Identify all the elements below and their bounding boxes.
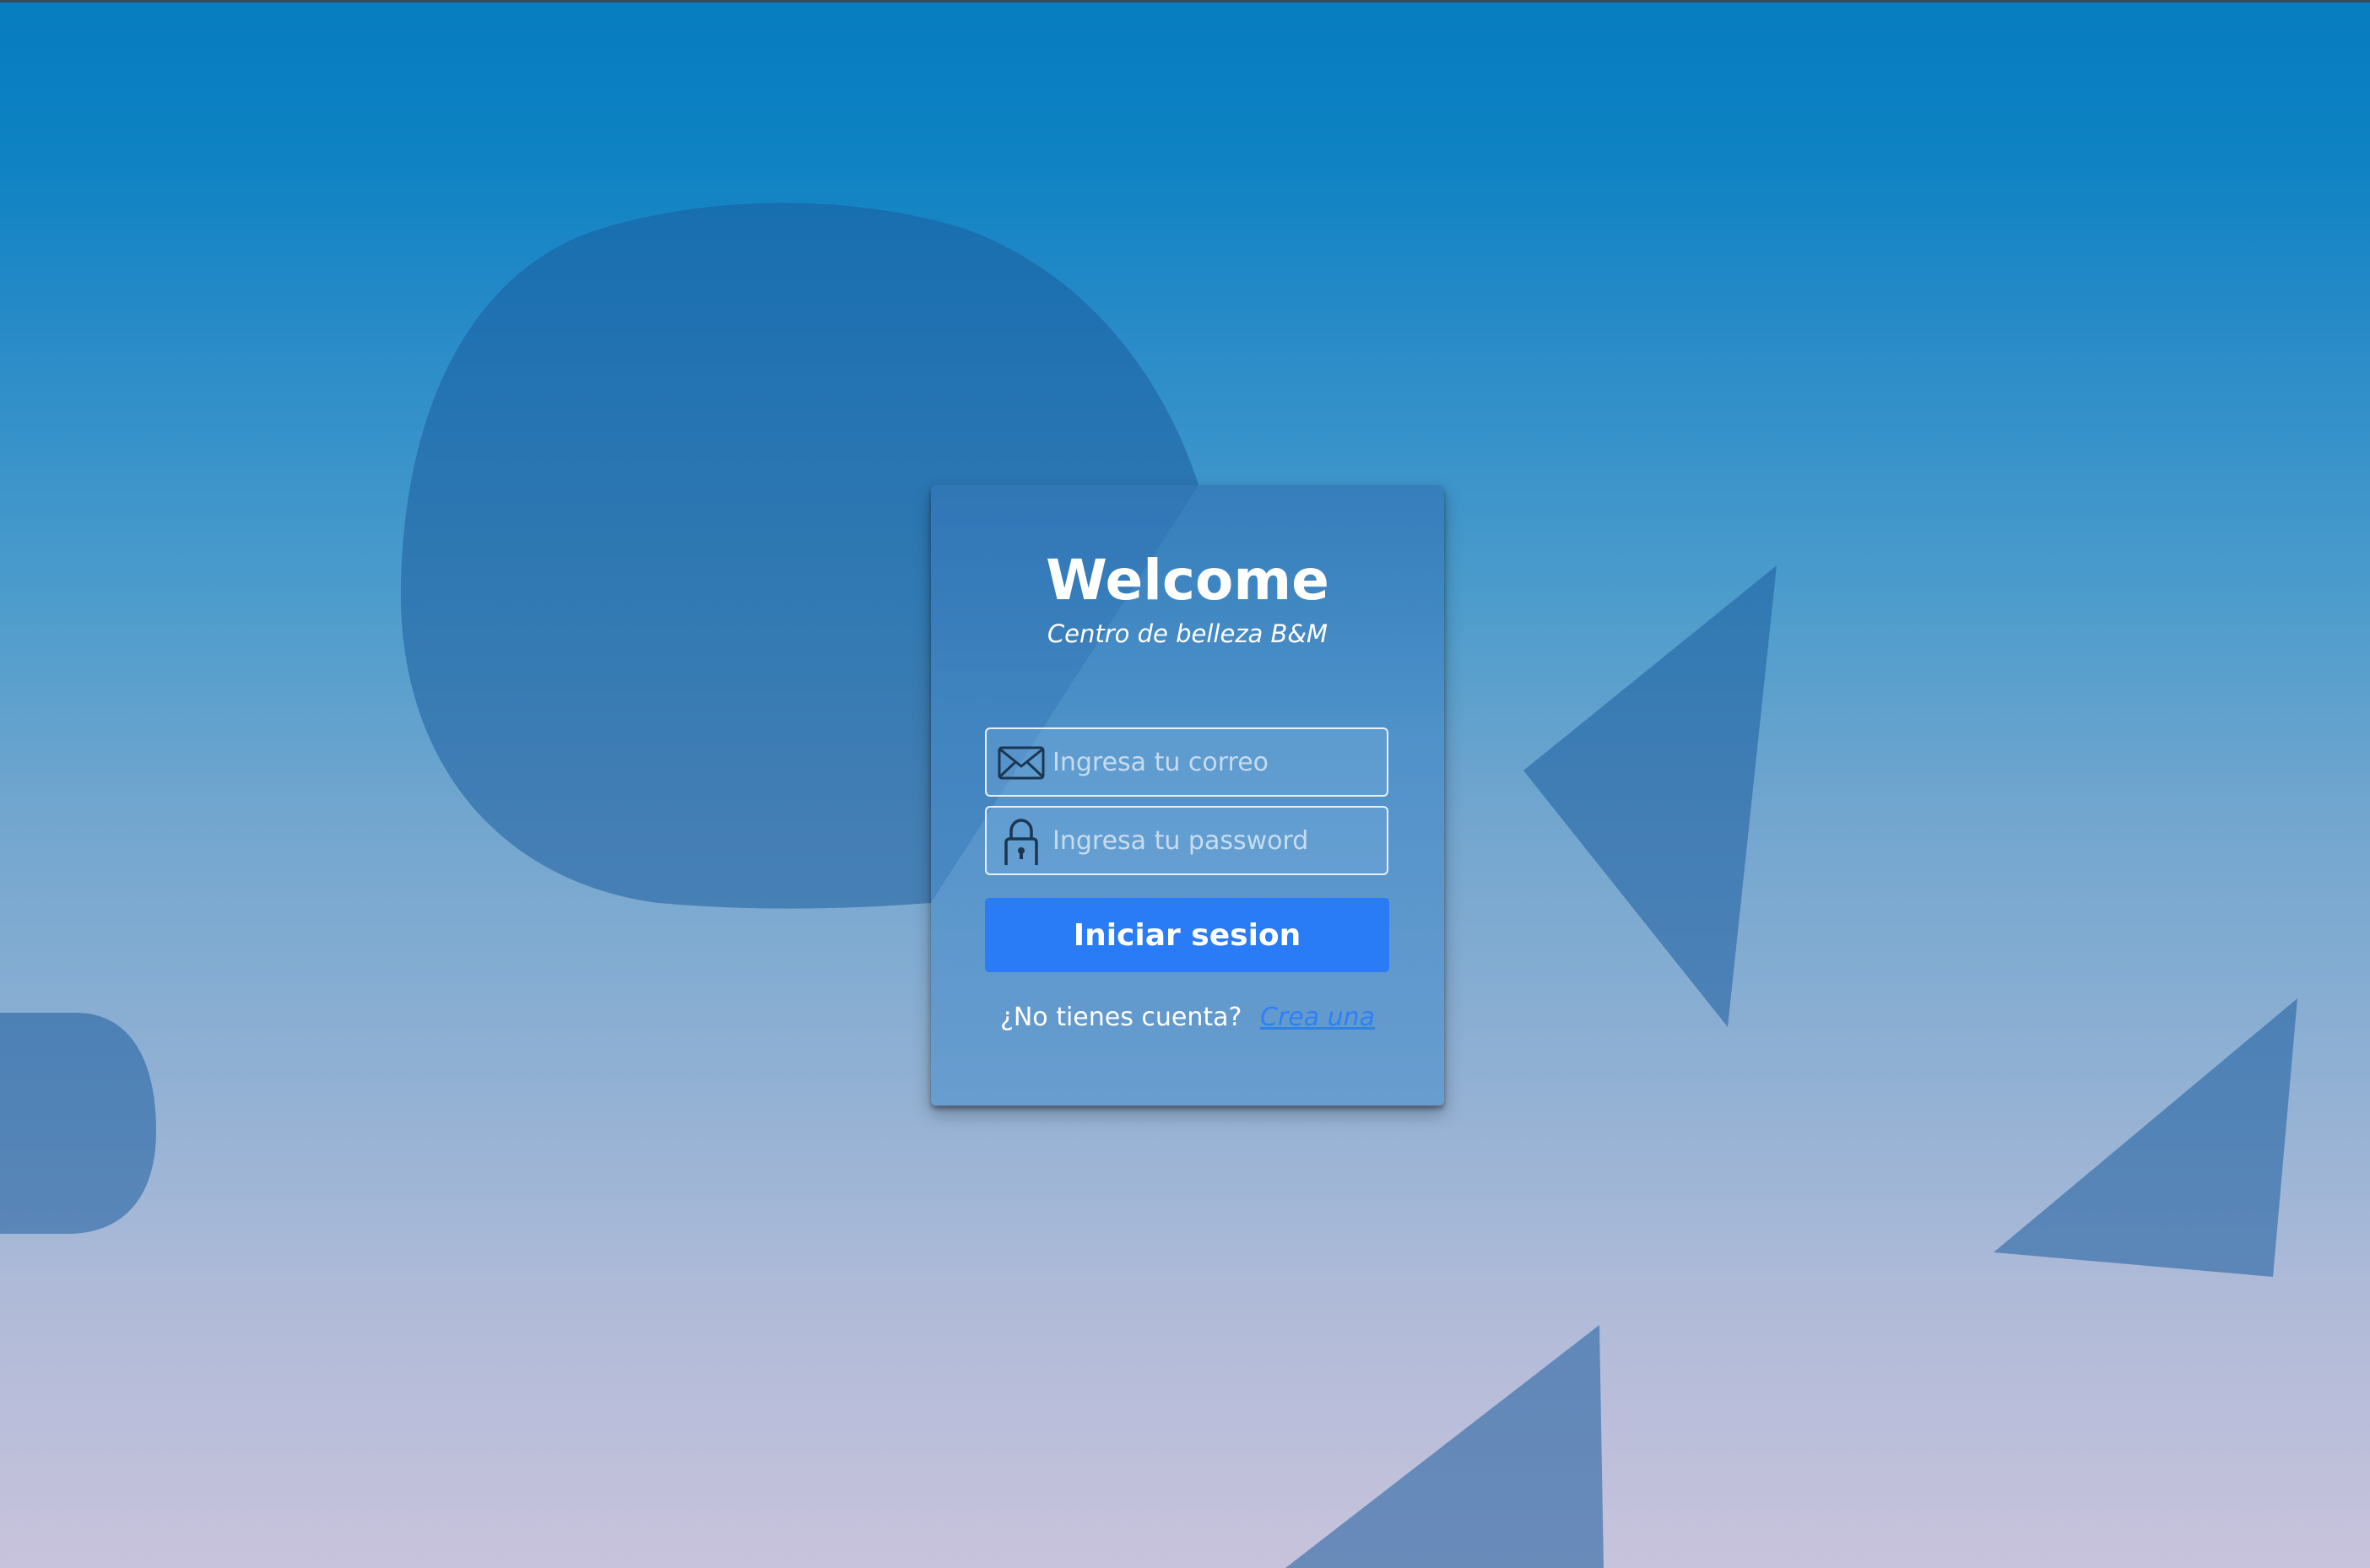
envelope-icon bbox=[998, 746, 1045, 780]
padlock-icon bbox=[1004, 819, 1038, 865]
login-title: Welcome bbox=[1046, 548, 1329, 613]
password-field[interactable] bbox=[985, 806, 1388, 875]
login-card: Welcome Centro de belleza B&M Iniciar se… bbox=[931, 485, 1444, 1106]
signup-prompt: ¿No tienes cuenta? bbox=[999, 1003, 1242, 1032]
signup-link[interactable]: Crea una bbox=[1260, 1003, 1375, 1032]
background-triangle-far-right bbox=[1994, 998, 2297, 1277]
login-button[interactable]: Iniciar sesion bbox=[985, 898, 1389, 972]
background-blob-left bbox=[0, 1013, 156, 1234]
login-subtitle: Centro de belleza B&M bbox=[1047, 619, 1328, 648]
background-triangle-bottom bbox=[1285, 1325, 1604, 1568]
password-input[interactable] bbox=[1052, 808, 1382, 873]
signup-row: ¿No tienes cuenta? Crea una bbox=[931, 1003, 1444, 1032]
email-input[interactable] bbox=[1052, 729, 1382, 795]
email-field[interactable] bbox=[985, 727, 1388, 797]
background-triangle-right bbox=[1523, 565, 1777, 1027]
